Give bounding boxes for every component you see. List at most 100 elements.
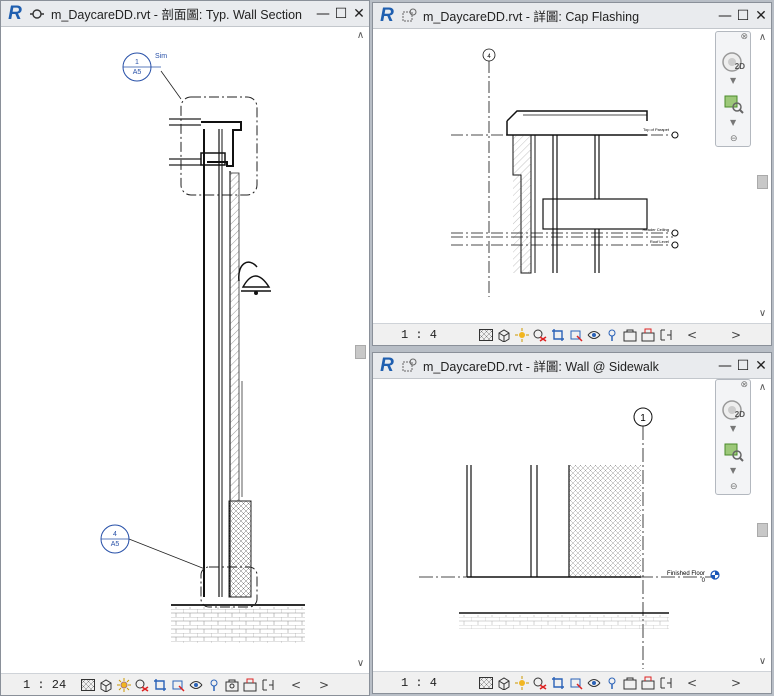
detail-view-icon (402, 358, 417, 371)
cap-flashing-window[interactable]: R m_DaycareDD.rvt - 詳圖: Cap Flashing — ☐… (372, 2, 772, 346)
close-button[interactable]: ✕ (753, 358, 769, 374)
chevron-down-icon[interactable]: ▼ (730, 424, 736, 433)
scroll-up-icon[interactable]: ∧ (352, 29, 369, 43)
detail-level-icon[interactable] (79, 676, 97, 694)
temporary-properties-icon[interactable] (621, 326, 639, 344)
highlight-displacement-icon[interactable] (259, 676, 277, 694)
maximize-button[interactable]: ☐ (333, 6, 349, 22)
sun-path-icon[interactable] (513, 326, 531, 344)
nav-options-icon[interactable]: ⊖ (730, 482, 738, 492)
scroll-down-icon[interactable]: ∨ (754, 307, 771, 321)
vertical-scrollbar[interactable]: ∧ ∨ (754, 29, 771, 323)
level-elevation: 0 (702, 578, 706, 584)
nav-close-icon[interactable]: ⊗ (740, 380, 748, 390)
drawing-canvas[interactable]: 4 Top of Parapet Header Ceiling Roof Lev… (373, 29, 755, 325)
minimize-button[interactable]: — (315, 6, 331, 22)
shadows-icon[interactable] (531, 674, 549, 692)
level-line[interactable]: Top of Parapet (451, 127, 679, 139)
temporary-hide-icon[interactable] (187, 676, 205, 694)
section-callout-tag[interactable]: 1 A5 Sim (122, 52, 167, 82)
window-title: m_DaycareDD.rvt - 詳圖: Cap Flashing (423, 10, 640, 24)
navigation-bar[interactable]: ⊗ 2D ▼ ▼ ⊖ (715, 31, 751, 147)
sun-path-icon[interactable] (115, 676, 133, 694)
minimize-button[interactable]: — (717, 8, 733, 24)
tag-sheet: A5 (133, 69, 142, 76)
level-name: Finished Floor (667, 571, 705, 577)
vertical-scrollbar[interactable]: ∧ ∨ (352, 27, 369, 673)
show-crop-icon[interactable] (567, 674, 585, 692)
highlight-displacement-icon[interactable] (657, 674, 675, 692)
tag-number: 4 (113, 531, 117, 538)
section-view-window[interactable]: R m_DaycareDD.rvt - 剖面圖: Typ. Wall Secti… (0, 0, 370, 696)
revit-logo-icon: R (380, 4, 394, 26)
crop-view-icon[interactable] (549, 674, 567, 692)
level-line[interactable]: Roof Level (451, 239, 679, 249)
scroll-thumb[interactable] (355, 345, 366, 359)
chevron-down-icon[interactable]: ▼ (730, 118, 736, 127)
maximize-button[interactable]: ☐ (735, 358, 751, 374)
scroll-right-icon[interactable]: > (727, 674, 745, 692)
minimize-button[interactable]: — (717, 358, 733, 374)
zoom-region-icon[interactable] (723, 94, 745, 114)
show-crop-icon[interactable] (567, 326, 585, 344)
temporary-properties-icon[interactable] (621, 674, 639, 692)
visual-style-icon[interactable] (97, 676, 115, 694)
scroll-up-icon[interactable]: ∧ (754, 31, 771, 45)
shadows-icon[interactable] (531, 326, 549, 344)
scroll-right-icon[interactable]: > (727, 326, 745, 344)
chevron-down-icon[interactable]: ▼ (730, 76, 736, 85)
temporary-properties-icon[interactable] (223, 676, 241, 694)
window-title: m_DaycareDD.rvt - 剖面圖: Typ. Wall Section (51, 8, 302, 22)
sun-path-icon[interactable] (513, 674, 531, 692)
nav-2d-label: 2D (734, 62, 745, 71)
nav-options-icon[interactable]: ⊖ (730, 134, 738, 144)
show-crop-icon[interactable] (169, 676, 187, 694)
zoom-region-icon[interactable] (723, 442, 745, 462)
highlight-displacement-icon[interactable] (657, 326, 675, 344)
view-scale[interactable]: 1 : 4 (401, 328, 457, 342)
chevron-down-icon[interactable]: ▼ (730, 466, 736, 475)
wall-sidewalk-window[interactable]: R m_DaycareDD.rvt - 詳圖: Wall @ Sidewalk … (372, 352, 772, 694)
window-titlebar[interactable]: R m_DaycareDD.rvt - 剖面圖: Typ. Wall Secti… (1, 1, 369, 27)
maximize-button[interactable]: ☐ (735, 8, 751, 24)
view-scale[interactable]: 1 : 24 (23, 678, 79, 692)
scroll-up-icon[interactable]: ∧ (754, 381, 771, 395)
reveal-hidden-icon[interactable] (603, 326, 621, 344)
vertical-scrollbar[interactable]: ∧ ∨ (754, 379, 771, 671)
scroll-left-icon[interactable]: < (287, 676, 305, 694)
detail-level-icon[interactable] (477, 326, 495, 344)
visual-style-icon[interactable] (495, 674, 513, 692)
detail-callout-tag[interactable]: 4 A5 (100, 524, 130, 554)
nav-close-icon[interactable]: ⊗ (740, 32, 748, 42)
scroll-down-icon[interactable]: ∨ (754, 655, 771, 669)
scroll-right-icon[interactable]: > (315, 676, 333, 694)
scroll-left-icon[interactable]: < (683, 674, 701, 692)
shadows-icon[interactable] (133, 676, 151, 694)
level-name: Header Ceiling (643, 227, 669, 232)
view-scale[interactable]: 1 : 4 (401, 676, 457, 690)
reveal-hidden-icon[interactable] (205, 676, 223, 694)
navigation-bar[interactable]: ⊗ 2D ▼ ▼ ⊖ (715, 379, 751, 495)
scroll-left-icon[interactable]: < (683, 326, 701, 344)
window-titlebar[interactable]: R m_DaycareDD.rvt - 詳圖: Wall @ Sidewalk … (373, 353, 771, 379)
analytical-model-icon[interactable] (639, 674, 657, 692)
drawing-canvas[interactable]: 1 A5 Sim 4 A5 (1, 27, 353, 675)
temporary-hide-icon[interactable] (585, 674, 603, 692)
visual-style-icon[interactable] (495, 326, 513, 344)
crop-view-icon[interactable] (549, 326, 567, 344)
view-control-bar: 1 : 4 < > (373, 323, 771, 345)
reveal-hidden-icon[interactable] (603, 674, 621, 692)
scroll-thumb[interactable] (757, 523, 768, 537)
temporary-hide-icon[interactable] (585, 326, 603, 344)
analytical-model-icon[interactable] (639, 326, 657, 344)
drawing-canvas[interactable]: 1 Finished Floor 0 (373, 379, 755, 673)
crop-view-icon[interactable] (151, 676, 169, 694)
level-name: Top of Parapet (643, 127, 670, 132)
detail-level-icon[interactable] (477, 674, 495, 692)
scroll-thumb[interactable] (757, 175, 768, 189)
close-button[interactable]: ✕ (753, 8, 769, 24)
analytical-model-icon[interactable] (241, 676, 259, 694)
close-button[interactable]: ✕ (351, 6, 367, 22)
window-titlebar[interactable]: R m_DaycareDD.rvt - 詳圖: Cap Flashing — ☐… (373, 3, 771, 29)
scroll-down-icon[interactable]: ∨ (352, 657, 369, 671)
